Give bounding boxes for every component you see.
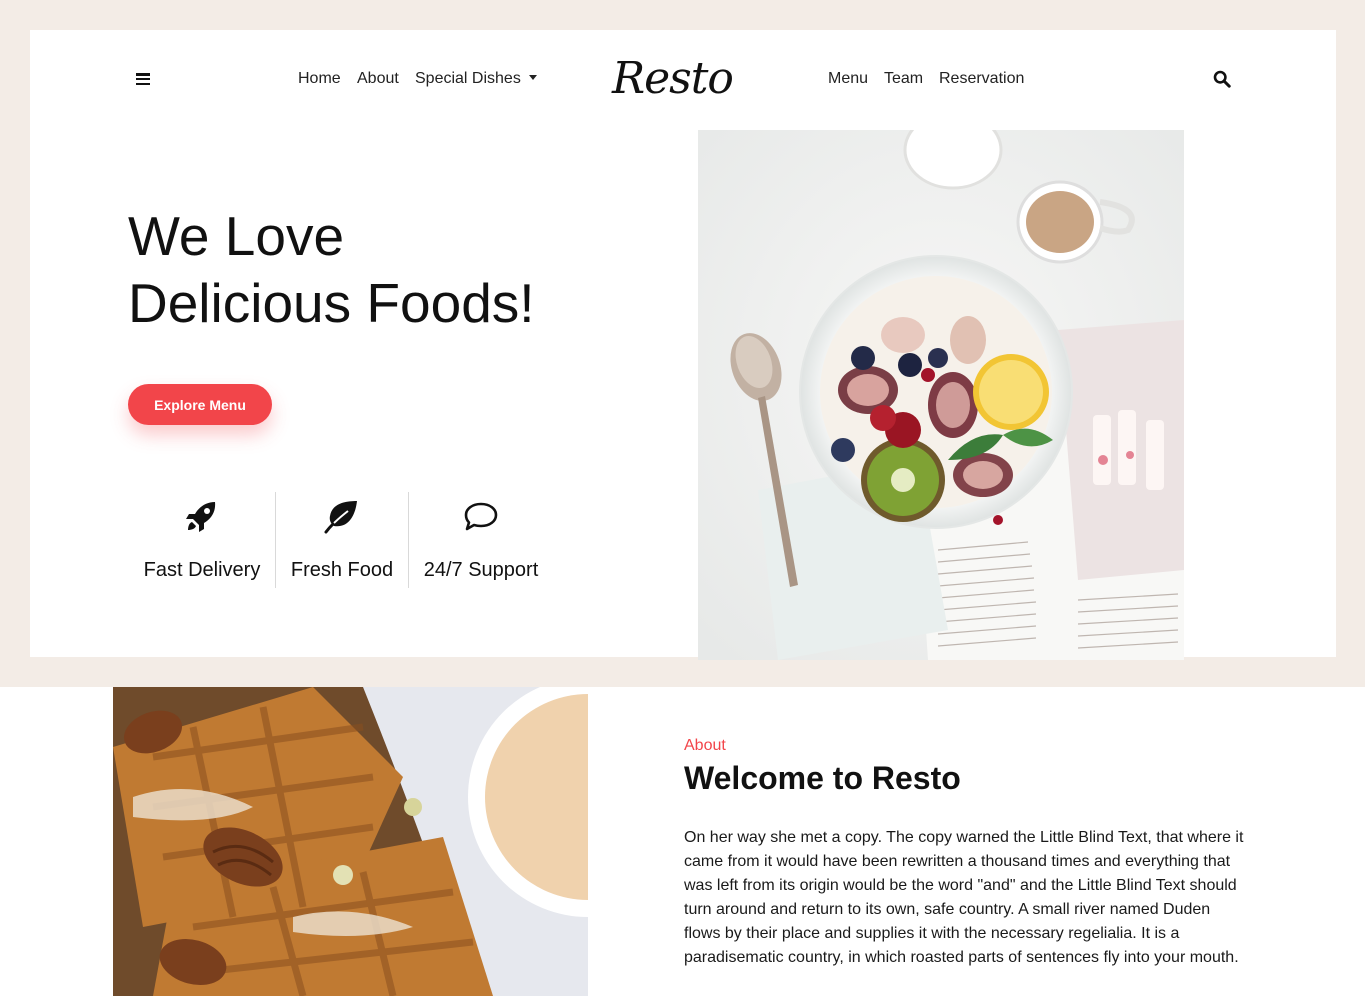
feature-fast-delivery: Fast Delivery	[140, 492, 264, 588]
rocket-icon	[186, 502, 216, 532]
feature-divider	[275, 492, 276, 588]
feature-divider	[408, 492, 409, 588]
nav-link-about[interactable]: About	[357, 70, 399, 88]
feature-fresh-food: Fresh Food	[283, 492, 401, 588]
nav-link-team[interactable]: Team	[884, 70, 923, 88]
nav-link-special-dishes-label: Special Dishes	[415, 70, 521, 87]
nav-link-reservation[interactable]: Reservation	[939, 70, 1024, 88]
about-kicker: About	[684, 737, 726, 754]
hero-title: We Love Delicious Foods!	[128, 203, 688, 337]
nav-link-home[interactable]: Home	[298, 70, 341, 88]
feature-support: 24/7 Support	[418, 492, 544, 588]
feature-label: Fresh Food	[290, 559, 394, 581]
nav-link-special-dishes[interactable]: Special Dishes	[415, 70, 537, 88]
nav-link-menu[interactable]: Menu	[828, 70, 868, 88]
explore-menu-button[interactable]: Explore Menu	[128, 384, 272, 425]
hero-title-line-1: We Love	[128, 205, 345, 267]
hamburger-menu-icon[interactable]	[136, 73, 150, 85]
feature-label: Fast Delivery	[143, 559, 261, 581]
site-logo[interactable]: Resto	[612, 52, 734, 106]
hero-food-image	[698, 130, 1184, 660]
about-title: Welcome to Resto	[684, 760, 961, 796]
about-paragraph: On her way she met a copy. The copy warn…	[684, 829, 1244, 966]
about-waffles-image	[113, 687, 588, 996]
search-icon[interactable]	[1213, 70, 1231, 88]
hero-title-line-2: Delicious Foods!	[128, 272, 535, 334]
speech-bubble-icon	[464, 502, 498, 531]
chevron-down-icon	[528, 75, 537, 80]
leaf-icon	[324, 501, 357, 534]
feature-label: 24/7 Support	[423, 559, 539, 581]
